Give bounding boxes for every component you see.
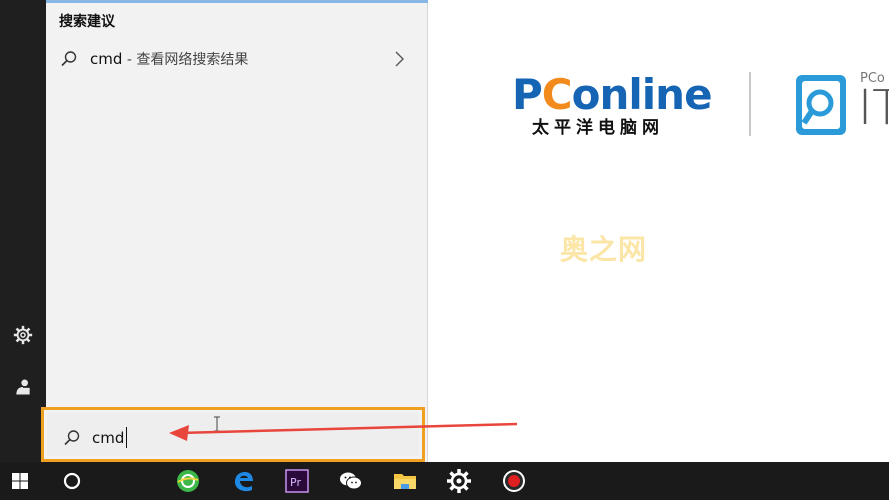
account-rail-button[interactable] — [0, 365, 46, 409]
search-icon — [64, 430, 80, 446]
taskbar-app-settings[interactable] — [439, 462, 479, 500]
chevron-right-icon[interactable] — [392, 50, 406, 68]
gear-icon — [13, 325, 33, 345]
it-big-text: IT — [858, 80, 889, 136]
taskbar-app-wechat[interactable] — [331, 462, 371, 500]
taskbar-app-premiere[interactable]: Pr — [277, 462, 317, 500]
search-icon — [61, 51, 77, 67]
user-icon — [16, 379, 30, 395]
taskbar-app-recorder[interactable] — [494, 462, 534, 500]
suggestion-text: cmd - 查看网络搜索结果 — [90, 49, 248, 69]
taskbar-app-360-browser[interactable] — [168, 462, 208, 500]
settings-gear-icon — [446, 468, 472, 494]
cortana-circle-icon — [63, 472, 81, 490]
premiere-pr-icon: Pr — [285, 469, 309, 493]
taskbar-app-edge[interactable] — [223, 462, 263, 500]
suggestion-web-search-row[interactable]: cmd - 查看网络搜索结果 — [46, 40, 428, 78]
browser-360-icon — [177, 470, 199, 492]
wechat-icon — [340, 472, 362, 490]
panel-accent-line — [46, 0, 428, 3]
record-icon — [503, 470, 525, 492]
windows-start-icon — [12, 473, 28, 489]
it-magnifier-logo-icon — [796, 75, 846, 135]
red-arrow-annotation — [169, 422, 518, 441]
pconline-chinese-name: 太平洋电脑网 — [532, 118, 664, 138]
search-results-panel: 搜索建议 cmd - 查看网络搜索结果 — [46, 0, 428, 462]
suggestion-subtext: - 查看网络搜索结果 — [122, 52, 249, 68]
section-title-search-suggestions: 搜索建议 — [59, 14, 115, 30]
suggestion-query: cmd — [90, 50, 123, 68]
taskbar-app-file-explorer[interactable] — [385, 462, 425, 500]
text-caret — [126, 427, 127, 448]
file-explorer-icon — [394, 474, 416, 489]
start-button[interactable] — [0, 462, 40, 500]
premiere-label: Pr — [290, 476, 301, 489]
edge-icon — [235, 472, 253, 492]
logo-online: online — [571, 70, 713, 119]
desktop-screen: 搜索建议 cmd - 查看网络搜索结果 cmd PConline 太平洋电脑网 … — [0, 0, 889, 500]
logo-p: P — [512, 70, 543, 119]
brand-divider — [749, 72, 751, 136]
pconline-logo: PConline 太平洋电脑网 — [512, 72, 727, 142]
cortana-button[interactable] — [52, 462, 92, 500]
settings-rail-button[interactable] — [0, 313, 46, 357]
pconline-wordmark: PConline — [512, 72, 727, 118]
logo-c: C — [541, 70, 573, 119]
start-rail — [0, 0, 46, 462]
watermark-text: 奥之网 — [560, 233, 648, 266]
taskbar: Pr — [0, 462, 889, 500]
